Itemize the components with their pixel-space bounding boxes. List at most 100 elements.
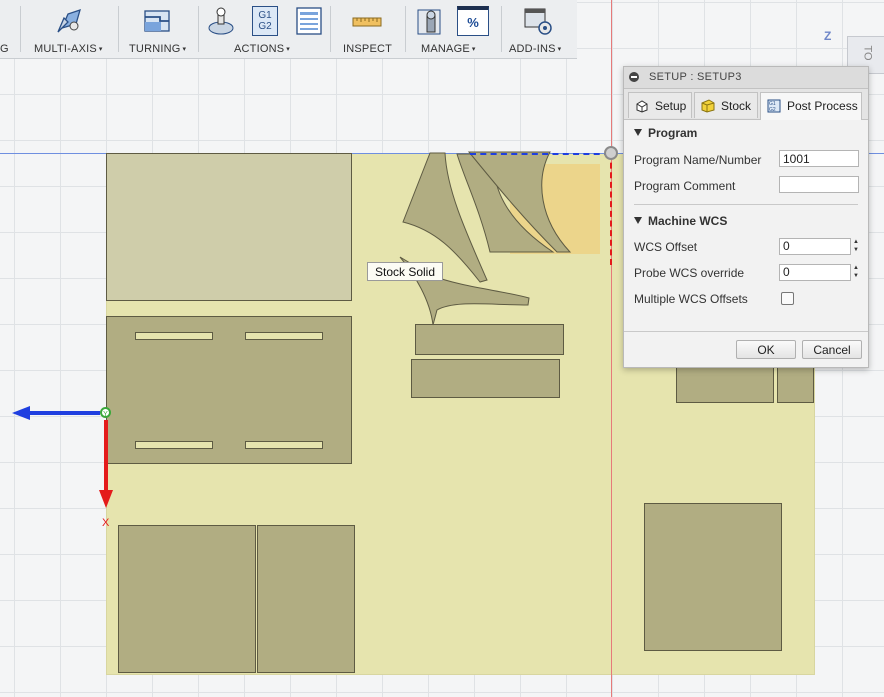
part-rail-lower[interactable] bbox=[411, 359, 560, 398]
multi-axis-label: MULTI-AXIS bbox=[34, 43, 97, 55]
toolbar-partial-label[interactable]: G bbox=[0, 43, 9, 55]
slot bbox=[245, 332, 323, 340]
actions-label: ACTIONS bbox=[234, 43, 285, 55]
chevron-down-icon: ▾ bbox=[471, 46, 476, 53]
expand-triangle-icon bbox=[634, 129, 642, 136]
dialog-title: SETUP : SETUP3 bbox=[649, 71, 742, 83]
inspect-label: INSPECT bbox=[343, 43, 393, 55]
post-library-icon[interactable]: % bbox=[457, 6, 489, 36]
probe-wcs-label: Probe WCS override bbox=[634, 266, 745, 280]
manage-label: MANAGE bbox=[421, 43, 470, 55]
toolbar-group-inspect[interactable]: INSPECT bbox=[334, 0, 402, 58]
toolbar-separator bbox=[20, 6, 21, 52]
x-axis-label: X bbox=[102, 517, 110, 529]
stock-icon bbox=[701, 99, 715, 113]
collapse-icon[interactable] bbox=[629, 72, 639, 82]
origin-label: Y bbox=[103, 411, 108, 418]
wcs-offset-spinner[interactable]: ▲ ▼ bbox=[852, 238, 860, 255]
program-comment-input[interactable] bbox=[779, 176, 859, 193]
stock-solid-tooltip: Stock Solid bbox=[367, 262, 443, 281]
toolbar-separator bbox=[198, 6, 199, 52]
part-curved-braces[interactable] bbox=[395, 150, 615, 330]
part-panel-bottom-left-a[interactable] bbox=[118, 525, 256, 673]
program-name-label: Program Name/Number bbox=[634, 153, 762, 167]
part-block-right-a[interactable] bbox=[676, 364, 774, 403]
dashed-edge bbox=[470, 153, 610, 155]
toolbar-group-add-ins[interactable]: ADD-INS ▾ bbox=[505, 0, 575, 58]
origin-handle-icon[interactable] bbox=[604, 146, 618, 160]
scripts-addins-icon bbox=[524, 8, 552, 35]
g1-text: G1 bbox=[258, 10, 272, 21]
footer-divider bbox=[624, 331, 868, 332]
toolbar-group-actions[interactable]: G1 G2 ACTIONS ▾ bbox=[202, 0, 326, 58]
simulate-icon[interactable] bbox=[206, 6, 236, 36]
tab-label: Post Process bbox=[787, 99, 858, 113]
machine-wcs-section-header[interactable]: Machine WCS bbox=[634, 214, 727, 228]
probe-wcs-input[interactable]: 0 bbox=[779, 264, 851, 281]
red-reference-line bbox=[611, 0, 612, 697]
part-panel-top-left[interactable] bbox=[106, 153, 352, 301]
toolbar-separator bbox=[330, 6, 331, 52]
viewcube-z-label[interactable]: Z bbox=[824, 29, 831, 43]
toolbar-group-turning[interactable]: TURNING ▾ bbox=[122, 0, 196, 58]
part-panel-bottom-right[interactable] bbox=[644, 503, 782, 651]
toolbar-group-multi-axis[interactable]: MULTI-AXIS ▾ bbox=[24, 0, 114, 58]
slot bbox=[135, 441, 213, 449]
svg-text:G2: G2 bbox=[769, 107, 776, 113]
setup-dialog: SETUP : SETUP3 Setup Stock G1 G2 Post Pr… bbox=[623, 66, 869, 368]
wcs-offset-label: WCS Offset bbox=[634, 240, 698, 254]
program-section-header[interactable]: Program bbox=[634, 126, 697, 140]
section-divider bbox=[634, 204, 858, 205]
part-panel-bottom-left-b[interactable] bbox=[257, 525, 355, 673]
chevron-down-icon: ▾ bbox=[182, 46, 187, 53]
toolbar-separator bbox=[501, 6, 502, 52]
slot bbox=[245, 441, 323, 449]
origin-point-icon[interactable]: Y bbox=[100, 407, 111, 418]
dialog-title-bar[interactable]: SETUP : SETUP3 bbox=[624, 67, 868, 89]
toolbar-separator bbox=[118, 6, 119, 52]
g2-text: G2 bbox=[258, 21, 272, 32]
toolbar-group-manage[interactable]: % MANAGE ▾ bbox=[409, 0, 499, 58]
chevron-down-icon: ▾ bbox=[286, 46, 291, 53]
add-ins-label: ADD-INS bbox=[509, 43, 556, 55]
toolbar-group-label: ADD-INS ▾ bbox=[509, 43, 561, 55]
section-title: Program bbox=[648, 126, 698, 140]
multiple-wcs-label: Multiple WCS Offsets bbox=[634, 292, 748, 306]
program-name-input[interactable] bbox=[779, 150, 859, 167]
probe-wcs-spinner[interactable]: ▲ ▼ bbox=[852, 264, 860, 281]
ok-button[interactable]: OK bbox=[736, 340, 796, 359]
wcs-offset-input[interactable]: 0 bbox=[779, 238, 851, 255]
part-panel-slotted[interactable] bbox=[106, 316, 352, 464]
y-axis-arrow bbox=[30, 411, 100, 415]
viewcube-side-label: TO bbox=[861, 45, 874, 61]
chevron-down-icon: ▾ bbox=[557, 46, 562, 53]
tab-label: Stock bbox=[721, 99, 752, 113]
program-comment-label: Program Comment bbox=[634, 179, 736, 193]
section-title: Machine WCS bbox=[648, 214, 728, 228]
g1g2-icon[interactable]: G1 G2 bbox=[252, 6, 278, 36]
x-axis-arrowhead bbox=[99, 490, 113, 508]
toolbar: G MULTI-AXIS ▾ TURNING ▾ G1 G2 ACTIONS ▾… bbox=[0, 0, 577, 59]
cancel-button[interactable]: Cancel bbox=[802, 340, 862, 359]
part-block-right-b[interactable] bbox=[777, 364, 814, 403]
multi-axis-icon bbox=[57, 8, 81, 33]
post-process-icon: G1 G2 bbox=[767, 99, 781, 113]
tab-stock[interactable]: Stock bbox=[694, 92, 758, 118]
toolbar-group-label: MANAGE ▾ bbox=[421, 43, 476, 55]
setup-sheet-icon[interactable] bbox=[294, 6, 324, 36]
tab-setup[interactable]: Setup bbox=[628, 92, 692, 118]
toolbar-group-label: MULTI-AXIS ▾ bbox=[34, 43, 103, 55]
toolbar-group-label: INSPECT bbox=[343, 43, 392, 55]
measure-icon bbox=[352, 17, 382, 27]
toolbar-group-label: ACTIONS ▾ bbox=[234, 43, 290, 55]
slot bbox=[135, 332, 213, 340]
y-axis-arrowhead bbox=[12, 406, 30, 420]
tab-post-process[interactable]: G1 G2 Post Process bbox=[760, 92, 862, 120]
tool-library-icon[interactable] bbox=[415, 6, 445, 36]
turning-icon bbox=[144, 10, 170, 32]
x-axis-arrow bbox=[104, 420, 108, 492]
multiple-wcs-checkbox[interactable] bbox=[781, 292, 794, 305]
percent-glyph: % bbox=[467, 15, 479, 30]
dialog-tabs: Setup Stock G1 G2 Post Process bbox=[624, 89, 868, 120]
toolbar-separator bbox=[405, 6, 406, 52]
